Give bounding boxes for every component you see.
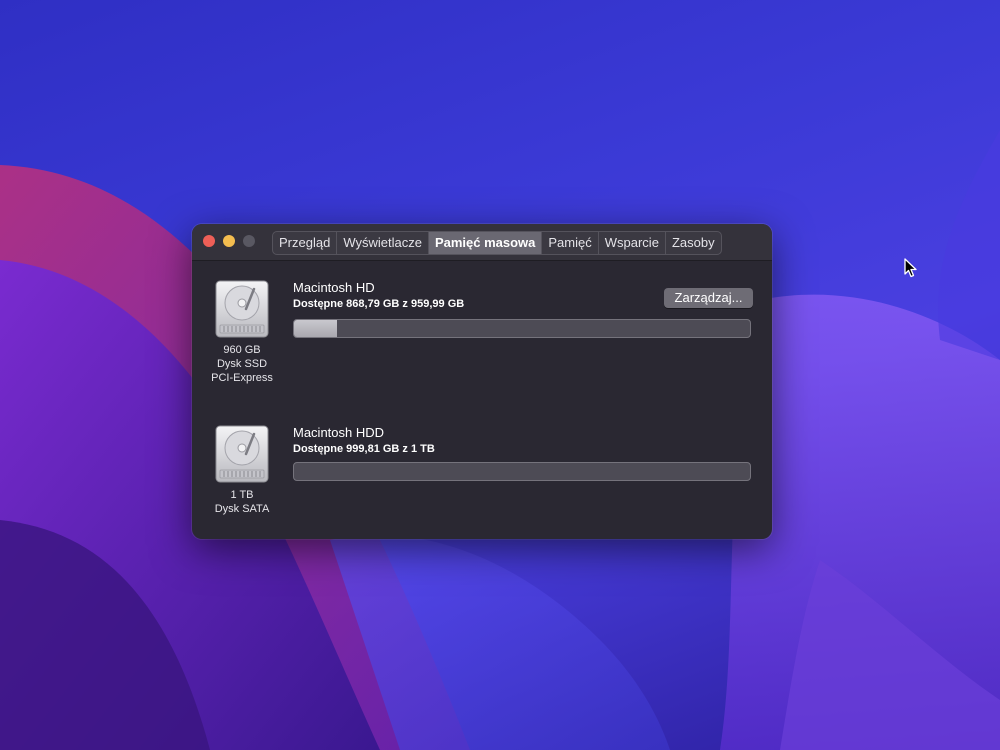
- system-info-window: Przegląd Wyświetlacze Pamięć masowa Pami…: [192, 224, 772, 539]
- zoom-button: [243, 235, 255, 247]
- disk-name: Macintosh HDD: [293, 425, 385, 440]
- storage-usage-bar: [293, 319, 751, 338]
- desktop: Przegląd Wyświetlacze Pamięć masowa Pami…: [0, 0, 1000, 750]
- disk-capacity: 1 TB: [230, 489, 254, 501]
- disk-interface: PCI-Express: [211, 372, 273, 384]
- tab-resources[interactable]: Zasoby: [666, 232, 721, 254]
- mouse-pointer-icon: [904, 258, 917, 278]
- tab-overview[interactable]: Przegląd: [273, 232, 338, 254]
- storage-usage-bar: [293, 462, 751, 481]
- hard-drive-icon: [215, 280, 269, 338]
- storage-content: 960 GB Dysk SSD PCI-Express Macintosh HD…: [192, 261, 772, 539]
- disk-capacity: 960 GB: [223, 344, 261, 356]
- disk-available: Dostępne 868,79 GB z 959,99 GB: [293, 298, 465, 310]
- tab-storage[interactable]: Pamięć masowa: [428, 232, 543, 254]
- disk-type: Dysk SSD: [216, 358, 268, 370]
- close-button[interactable]: [203, 235, 215, 247]
- tab-displays[interactable]: Wyświetlacze: [337, 232, 429, 254]
- tab-support[interactable]: Wsparcie: [599, 232, 666, 254]
- disk-type: Dysk SATA: [214, 503, 270, 515]
- storage-usage-fill: [294, 320, 338, 337]
- disk-name: Macintosh HD: [293, 280, 375, 295]
- tab-memory[interactable]: Pamięć: [542, 232, 599, 254]
- disk-available: Dostępne 999,81 GB z 1 TB: [293, 443, 435, 455]
- disk-caption: 960 GB Dysk SSD PCI-Express: [192, 343, 292, 385]
- hard-drive-icon: [215, 425, 269, 483]
- title-bar: Przegląd Wyświetlacze Pamięć masowa Pami…: [192, 224, 772, 261]
- minimize-button[interactable]: [223, 235, 235, 247]
- manage-button[interactable]: Zarządzaj...: [664, 288, 753, 308]
- tab-bar: Przegląd Wyświetlacze Pamięć masowa Pami…: [272, 231, 722, 255]
- disk-caption: 1 TB Dysk SATA: [192, 488, 292, 516]
